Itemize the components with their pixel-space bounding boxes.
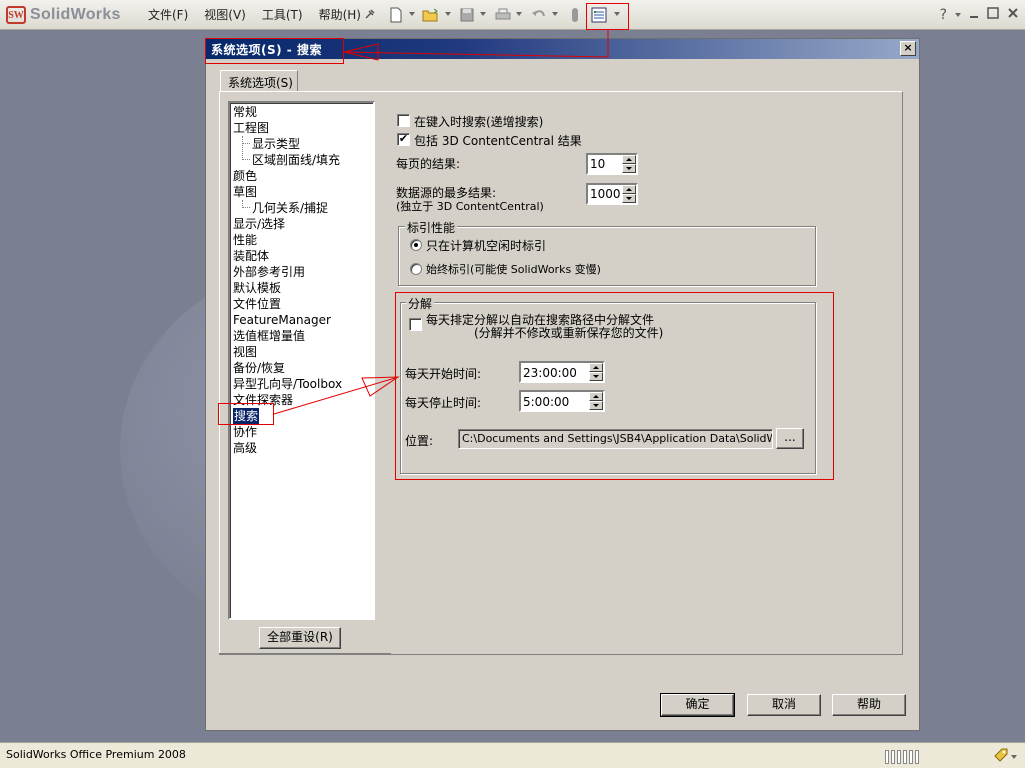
rebuild-gauge-icon [897,749,901,764]
rebuild-gauge-icon [915,749,919,764]
rebuild-gauge-icon [885,749,889,764]
status-indicators [885,747,1017,766]
status-bar: SolidWorks Office Premium 2008 [0,742,1025,768]
rebuild-gauge-icon [891,749,895,764]
status-text: SolidWorks Office Premium 2008 [6,748,186,761]
rebuild-gauge-icon [903,749,907,764]
tag-icon[interactable] [993,747,1009,766]
status-dropdown-icon[interactable] [1011,754,1017,759]
rebuild-gauge-icon [909,749,913,764]
annotation-arrows [273,30,609,415]
